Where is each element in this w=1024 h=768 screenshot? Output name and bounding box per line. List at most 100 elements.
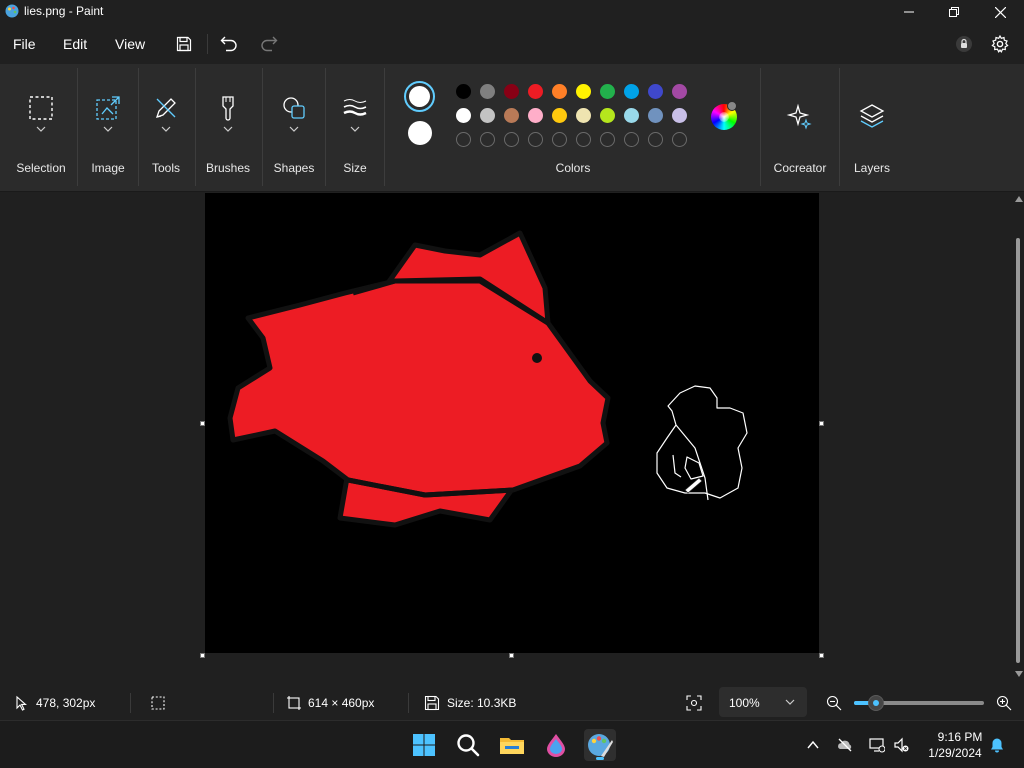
- resize-handle-right[interactable]: [819, 421, 824, 426]
- edit-colors-button[interactable]: [711, 101, 737, 130]
- file-size-save-icon: [424, 695, 440, 711]
- brush-icon: [222, 96, 234, 121]
- custom-color-slot[interactable]: [456, 132, 471, 147]
- network-icon[interactable]: [869, 737, 885, 753]
- palette-color-swatch[interactable]: [576, 84, 591, 99]
- window-title: lies.png - Paint: [24, 4, 104, 18]
- cursor-arrow-icon: [16, 695, 27, 711]
- resize-handle-bottom-left[interactable]: [200, 653, 205, 658]
- tools-pencil-icon: [155, 98, 176, 119]
- close-button[interactable]: [977, 0, 1023, 24]
- minimize-button[interactable]: [886, 0, 932, 24]
- paint-taskbar-button[interactable]: [584, 729, 616, 761]
- custom-color-slot[interactable]: [576, 132, 591, 147]
- palette-color-swatch[interactable]: [504, 84, 519, 99]
- secondary-color-swatch[interactable]: [408, 121, 432, 145]
- maximize-button[interactable]: [931, 0, 977, 24]
- account-button[interactable]: [952, 32, 976, 56]
- volume-muted-icon[interactable]: [893, 737, 909, 753]
- palette-color-swatch[interactable]: [648, 84, 663, 99]
- custom-color-slot[interactable]: [480, 132, 495, 147]
- palette-color-swatch[interactable]: [648, 108, 663, 123]
- palette-color-swatch[interactable]: [480, 108, 495, 123]
- palette-color-swatch[interactable]: [480, 84, 495, 99]
- save-button[interactable]: [172, 32, 196, 56]
- custom-color-slot[interactable]: [624, 132, 639, 147]
- undo-button[interactable]: [217, 32, 241, 56]
- custom-color-slot[interactable]: [600, 132, 615, 147]
- canvas-workspace: [0, 193, 1024, 687]
- primary-color-swatch[interactable]: [404, 81, 435, 112]
- redo-button[interactable]: [257, 32, 281, 56]
- palette-color-swatch[interactable]: [528, 84, 543, 99]
- fit-to-window-icon[interactable]: [686, 695, 702, 711]
- menu-view[interactable]: View: [115, 36, 145, 52]
- chevron-up-icon[interactable]: [805, 737, 821, 753]
- palette-color-swatch[interactable]: [672, 108, 687, 123]
- scrollbar-thumb[interactable]: [1016, 238, 1020, 663]
- search-button[interactable]: [452, 729, 484, 761]
- zoom-in-icon[interactable]: [996, 695, 1012, 711]
- palette-color-swatch[interactable]: [456, 108, 471, 123]
- paint-palette-icon: [588, 734, 613, 757]
- resize-handle-left[interactable]: [200, 421, 205, 426]
- chevron-down-icon: [161, 126, 171, 132]
- zoom-out-icon[interactable]: [826, 695, 842, 711]
- zoom-value: 100%: [729, 696, 760, 710]
- status-separator: [273, 693, 274, 713]
- cocreator-button[interactable]: Cocreator: [764, 64, 836, 192]
- file-explorer-button[interactable]: [496, 729, 528, 761]
- shapes-label: Shapes: [273, 161, 315, 175]
- custom-color-slot[interactable]: [648, 132, 663, 147]
- resize-handle-bottom[interactable]: [509, 653, 514, 658]
- palette-color-swatch[interactable]: [600, 108, 615, 123]
- color-drop-icon: [547, 734, 565, 757]
- image-group[interactable]: Image: [82, 64, 134, 192]
- zoom-slider-knob[interactable]: [868, 695, 885, 711]
- settings-button[interactable]: [988, 32, 1012, 56]
- canvas-size: 614 × 460px: [308, 696, 375, 710]
- clock-time[interactable]: 9:16 PM: [932, 730, 988, 744]
- selection-group[interactable]: Selection: [8, 64, 74, 192]
- custom-color-slot[interactable]: [528, 132, 543, 147]
- brushes-label: Brushes: [205, 161, 251, 175]
- tools-label: Tools: [151, 161, 180, 175]
- drawing-canvas[interactable]: [205, 193, 819, 653]
- drop-app-button[interactable]: [540, 729, 572, 761]
- custom-color-slot[interactable]: [504, 132, 519, 147]
- menu-edit[interactable]: Edit: [63, 36, 87, 52]
- search-icon: [457, 734, 480, 757]
- color-picker-dot-icon: [727, 101, 737, 111]
- fish-eye: [532, 353, 542, 363]
- vertical-scrollbar[interactable]: [1014, 193, 1024, 687]
- palette-color-swatch[interactable]: [528, 108, 543, 123]
- restore-icon: [949, 7, 959, 17]
- brushes-group[interactable]: Brushes: [199, 64, 257, 192]
- size-group[interactable]: Size: [329, 64, 381, 192]
- clock-date[interactable]: 1/29/2024: [922, 746, 988, 760]
- notification-bell-icon[interactable]: [989, 737, 1005, 753]
- palette-color-swatch[interactable]: [672, 84, 687, 99]
- zoom-slider[interactable]: [854, 695, 984, 711]
- file-size: Size: 10.3KB: [447, 696, 517, 710]
- layers-button[interactable]: Layers: [843, 64, 901, 192]
- menu-file[interactable]: File: [13, 36, 36, 52]
- zoom-dropdown[interactable]: 100%: [719, 687, 807, 717]
- palette-color-swatch[interactable]: [624, 108, 639, 123]
- custom-color-slot[interactable]: [552, 132, 567, 147]
- palette-color-swatch[interactable]: [600, 84, 615, 99]
- shapes-group[interactable]: Shapes: [266, 64, 322, 192]
- onedrive-offline-icon[interactable]: [837, 737, 853, 753]
- start-button[interactable]: [408, 729, 440, 761]
- resize-handle-bottom-right[interactable]: [819, 653, 824, 658]
- palette-color-swatch[interactable]: [552, 108, 567, 123]
- palette-color-swatch[interactable]: [624, 84, 639, 99]
- palette-color-swatch[interactable]: [504, 108, 519, 123]
- custom-color-slot[interactable]: [672, 132, 687, 147]
- tools-group[interactable]: Tools: [142, 64, 190, 192]
- layers-label: Layers: [853, 161, 891, 175]
- image-label: Image: [91, 161, 125, 175]
- palette-color-swatch[interactable]: [552, 84, 567, 99]
- palette-color-swatch[interactable]: [456, 84, 471, 99]
- palette-color-swatch[interactable]: [576, 108, 591, 123]
